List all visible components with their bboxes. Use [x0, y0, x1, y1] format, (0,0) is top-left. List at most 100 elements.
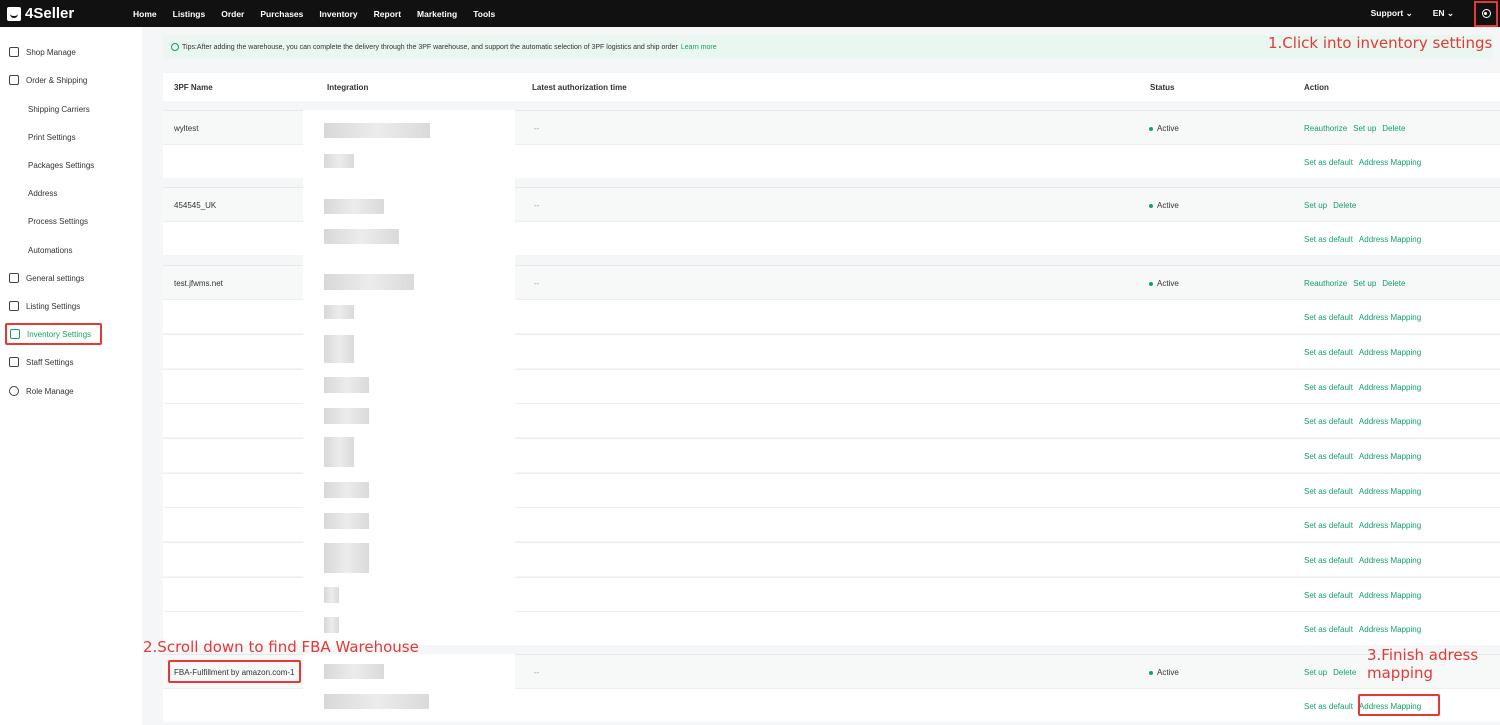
set-as-default-link[interactable]: Set as default	[1304, 383, 1353, 392]
role-icon	[9, 386, 19, 396]
sidebar-item-shop-manage[interactable]: Shop Manage	[0, 42, 76, 62]
set-as-default-link[interactable]: Set as default	[1304, 487, 1353, 496]
set-up-link[interactable]: Set up	[1304, 201, 1327, 210]
status-dot-icon	[1149, 203, 1153, 208]
sidebar-item-address[interactable]: Address	[0, 183, 57, 203]
annotation-step1: 1.Click into inventory settings	[1268, 34, 1493, 52]
support-dropdown[interactable]: Support ⌄	[1371, 8, 1413, 19]
set-as-default-link[interactable]: Set as default	[1304, 235, 1353, 244]
delete-link[interactable]: Delete	[1333, 201, 1356, 210]
set-as-default-link[interactable]: Set as default	[1304, 591, 1353, 600]
address-mapping-highlight-box	[1358, 694, 1440, 716]
main-nav: Home Listings Order Purchases Inventory …	[125, 9, 503, 19]
address-mapping-link[interactable]: Address Mapping	[1359, 625, 1421, 634]
nav-home[interactable]: Home	[125, 9, 165, 19]
address-mapping-link[interactable]: Address Mapping	[1359, 235, 1421, 244]
nav-tools[interactable]: Tools	[465, 9, 503, 19]
blurred-region	[324, 123, 430, 138]
sidebar-item-general-settings[interactable]: General settings	[0, 268, 84, 288]
address-mapping-link[interactable]: Address Mapping	[1359, 452, 1421, 461]
sidebar-item-order-shipping[interactable]: Order & Shipping	[0, 70, 87, 90]
status-dot-icon	[1149, 670, 1153, 675]
set-as-default-link[interactable]: Set as default	[1304, 702, 1353, 711]
set-as-default-link[interactable]: Set as default	[1304, 313, 1353, 322]
auth-time: --	[534, 279, 540, 288]
reauthorize-link[interactable]: Reauthorize	[1304, 279, 1347, 288]
blurred-region	[324, 274, 414, 290]
blurred-region	[324, 229, 399, 244]
set-up-link[interactable]: Set up	[1353, 279, 1376, 288]
set-as-default-link[interactable]: Set as default	[1304, 521, 1353, 530]
sidebar-item-listing-settings[interactable]: Listing Settings	[0, 296, 80, 316]
set-up-link[interactable]: Set up	[1304, 668, 1327, 677]
integration-cell-blurred	[303, 654, 515, 720]
staff-icon	[9, 357, 19, 367]
set-as-default-link[interactable]: Set as default	[1304, 556, 1353, 565]
nav-order[interactable]: Order	[213, 9, 252, 19]
reauthorize-link[interactable]: Reauthorize	[1304, 124, 1347, 133]
set-as-default-link[interactable]: Set as default	[1304, 452, 1353, 461]
sidebar-item-packages-settings[interactable]: Packages Settings	[0, 155, 94, 175]
auth-time: --	[534, 124, 540, 133]
listing-icon	[9, 301, 19, 311]
nav-inventory[interactable]: Inventory	[311, 9, 365, 19]
gear-icon	[1481, 9, 1491, 18]
nav-purchases[interactable]: Purchases	[252, 9, 311, 19]
address-mapping-link[interactable]: Address Mapping	[1359, 521, 1421, 530]
nav-report[interactable]: Report	[366, 9, 409, 19]
col-auth-time: Latest authorization time	[532, 83, 627, 92]
warehouse-name: 454545_UK	[174, 201, 217, 210]
status-dot-icon	[1149, 126, 1153, 131]
blurred-region	[324, 482, 369, 498]
address-mapping-link[interactable]: Address Mapping	[1359, 383, 1421, 392]
sidebar-item-inventory-settings[interactable]: Inventory Settings	[5, 323, 102, 345]
blurred-region	[324, 408, 369, 424]
sidebar: Shop Manage Order & Shipping Shipping Ca…	[0, 27, 142, 725]
learn-more-link[interactable]: Learn more	[681, 44, 717, 51]
address-mapping-link[interactable]: Address Mapping	[1359, 487, 1421, 496]
status-badge: Active	[1149, 668, 1179, 677]
fba-highlight-box	[168, 660, 301, 683]
language-dropdown[interactable]: EN ⌄	[1433, 8, 1454, 19]
address-mapping-link[interactable]: Address Mapping	[1359, 348, 1421, 357]
address-mapping-link[interactable]: Address Mapping	[1359, 158, 1421, 167]
auth-time: --	[534, 668, 540, 677]
address-mapping-link[interactable]: Address Mapping	[1359, 417, 1421, 426]
blurred-region	[324, 199, 384, 214]
address-mapping-link[interactable]: Address Mapping	[1359, 313, 1421, 322]
logo[interactable]: 4Seller	[0, 5, 125, 22]
address-mapping-link[interactable]: Address Mapping	[1359, 591, 1421, 600]
set-as-default-link[interactable]: Set as default	[1304, 625, 1353, 634]
sidebar-item-staff-settings[interactable]: Staff Settings	[0, 352, 73, 372]
set-up-link[interactable]: Set up	[1353, 124, 1376, 133]
set-as-default-link[interactable]: Set as default	[1304, 348, 1353, 357]
sidebar-item-role-manage[interactable]: Role Manage	[0, 381, 74, 401]
tips-text: Tips:After adding the warehouse, you can…	[182, 43, 678, 51]
order-icon	[9, 75, 19, 85]
blurred-region	[324, 587, 339, 603]
info-icon	[171, 43, 179, 51]
address-mapping-link[interactable]: Address Mapping	[1359, 556, 1421, 565]
blurred-region	[324, 377, 369, 393]
sidebar-item-shipping-carriers[interactable]: Shipping Carriers	[0, 99, 90, 119]
auth-time: --	[534, 201, 540, 210]
col-3pf-name: 3PF Name	[174, 83, 213, 92]
warehouse-name: test.jfwms.net	[174, 279, 223, 288]
shop-icon	[9, 47, 19, 57]
set-as-default-link[interactable]: Set as default	[1304, 158, 1353, 167]
delete-link[interactable]: Delete	[1333, 668, 1356, 677]
delete-link[interactable]: Delete	[1382, 279, 1405, 288]
blurred-region	[324, 543, 369, 573]
blurred-region	[324, 513, 369, 529]
sidebar-item-print-settings[interactable]: Print Settings	[0, 127, 76, 147]
status-badge: Active	[1149, 279, 1179, 288]
sidebar-item-automations[interactable]: Automations	[0, 240, 72, 260]
top-nav-bar: 4Seller Home Listings Order Purchases In…	[0, 0, 1500, 27]
blurred-region	[324, 694, 429, 709]
set-as-default-link[interactable]: Set as default	[1304, 417, 1353, 426]
sidebar-item-process-settings[interactable]: Process Settings	[0, 211, 88, 231]
nav-marketing[interactable]: Marketing	[409, 9, 465, 19]
delete-link[interactable]: Delete	[1382, 124, 1405, 133]
nav-listings[interactable]: Listings	[165, 9, 214, 19]
settings-button[interactable]	[1474, 0, 1498, 27]
